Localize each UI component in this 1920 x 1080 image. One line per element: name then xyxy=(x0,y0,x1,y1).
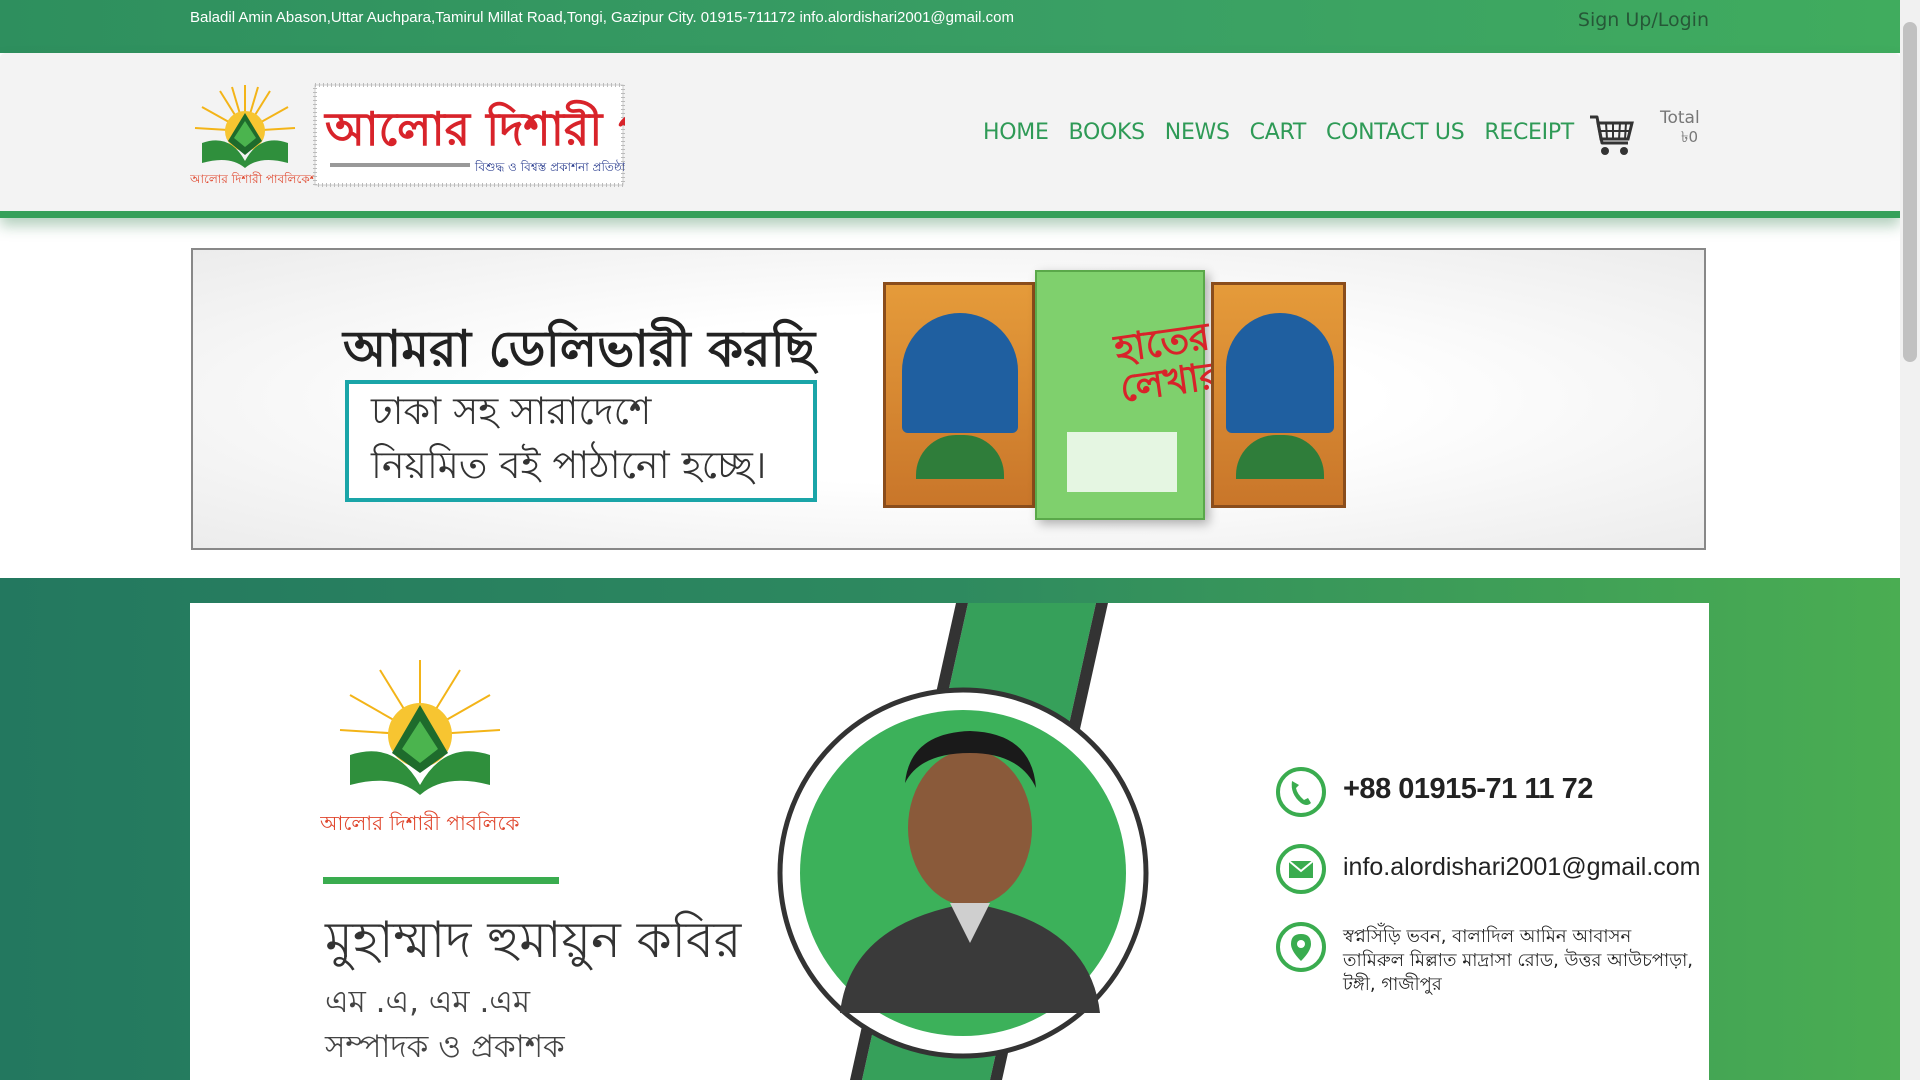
nav-home[interactable]: HOME xyxy=(983,120,1049,145)
publisher-role: সম্পাদক ও প্রকাশক xyxy=(325,1029,565,1065)
card-address-line-2: তামিরুল মিল্লাত মাদ্রাসা রোড, উত্তর আউচপ… xyxy=(1343,950,1694,971)
shopping-cart-icon[interactable] xyxy=(1588,113,1634,157)
card-phone: +88 01915-71 11 72 xyxy=(1343,773,1593,805)
cart-total: Total ৳0 xyxy=(1660,108,1700,147)
card-logo-text: আলোর দিশারী পাবলিকেশন্স xyxy=(320,811,520,835)
cart-total-label: Total xyxy=(1660,108,1700,128)
logo-main-text: আলোর দিশারী পাবলিকেশন্স xyxy=(323,99,625,156)
delivery-banner[interactable]: আমরা ডেলিভারী করছি ঢাকা সহ সারাদেশে নিয়… xyxy=(191,248,1706,550)
phone-icon xyxy=(1276,767,1326,817)
logo-small-text: আলোর দিশারী পাবলিকেশন্স xyxy=(190,172,327,186)
card-address: স্বপ্নসিঁড়ি ভবন, বালাদিল আমিন আবাসন তাম… xyxy=(1343,925,1693,997)
email-icon xyxy=(1276,844,1326,894)
book-cover-center: হাতের লেখার xyxy=(1035,270,1223,520)
publisher-name: মুহাম্মাদ হুমায়ুন কবির xyxy=(325,911,742,969)
publisher-profile-card: আলোর দিশারী পাবলিকেশন্স মুহাম্মাদ হুমায়… xyxy=(190,603,1709,1080)
logo-tagline-text: বিশুদ্ধ ও বিশ্বস্ত প্রকাশনা প্রতিষ্ঠান xyxy=(474,160,625,174)
nav-contact-us[interactable]: CONTACT US xyxy=(1326,120,1465,145)
card-logo: আলোর দিশারী পাবলিকেশন্স xyxy=(320,660,520,835)
card-email: info.alordishari2001@gmail.com xyxy=(1343,853,1701,881)
location-pin-icon xyxy=(1276,922,1326,972)
logo-graphic: আলোর দিশারী পাবলিকেশন্স আলোর দিশারী পাবল… xyxy=(189,83,852,187)
nav-news[interactable]: NEWS xyxy=(1165,120,1230,145)
card-address-line-3: টঙ্গী, গাজীপুর xyxy=(1343,974,1442,995)
book-cover-right xyxy=(1211,282,1346,508)
nav-books[interactable]: BOOKS xyxy=(1069,120,1146,145)
site-logo[interactable]: আলোর দিশারী পাবলিকেশন্স আলোর দিশারী পাবল… xyxy=(189,83,852,188)
banner-line-2: নিয়মিত বই পাঠানো হচ্ছে। xyxy=(371,443,767,487)
nav-cart[interactable]: CART xyxy=(1250,120,1307,145)
contact-address-text: Baladil Amin Abason,Uttar Auchpara,Tamir… xyxy=(190,9,1014,26)
site-header: আলোর দিশারী পাবলিকেশন্স আলোর দিশারী পাবল… xyxy=(0,53,1900,218)
signup-login-link[interactable]: Sign Up/Login xyxy=(1578,9,1709,31)
page-scrollbar[interactable] xyxy=(1900,0,1920,1080)
banner-message-box: ঢাকা সহ সারাদেশে নিয়মিত বই পাঠানো হচ্ছে… xyxy=(345,380,817,502)
banner-line-1: ঢাকা সহ সারাদেশে xyxy=(371,389,652,433)
scrollbar-thumb[interactable] xyxy=(1903,22,1917,362)
book-cover-left xyxy=(883,282,1035,508)
main-nav: HOME BOOKS NEWS CART CONTACT US RECEIPT xyxy=(983,120,1594,145)
card-address-line-1: স্বপ্নসিঁড়ি ভবন, বালাদিল আমিন আবাসন xyxy=(1343,926,1632,947)
nav-receipt[interactable]: RECEIPT xyxy=(1484,120,1574,145)
cart-total-value: ৳0 xyxy=(1680,128,1698,146)
top-info-bar: Baladil Amin Abason,Uttar Auchpara,Tamir… xyxy=(0,0,1900,53)
card-divider xyxy=(323,877,559,884)
